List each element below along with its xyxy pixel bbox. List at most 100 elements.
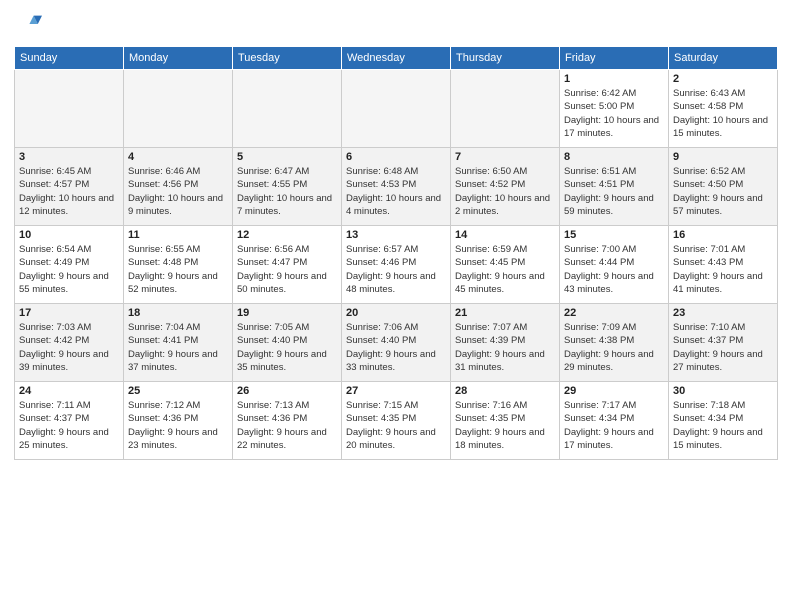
day-info: Sunrise: 6:59 AMSunset: 4:45 PMDaylight:… — [455, 243, 555, 296]
day-info: Sunrise: 7:09 AMSunset: 4:38 PMDaylight:… — [564, 321, 664, 374]
calendar-cell — [124, 70, 233, 148]
day-info: Sunrise: 7:13 AMSunset: 4:36 PMDaylight:… — [237, 399, 337, 452]
day-info: Sunrise: 7:06 AMSunset: 4:40 PMDaylight:… — [346, 321, 446, 374]
calendar-cell: 20 Sunrise: 7:06 AMSunset: 4:40 PMDayligh… — [342, 304, 451, 382]
day-info: Sunrise: 6:51 AMSunset: 4:51 PMDaylight:… — [564, 165, 664, 218]
day-header-sunday: Sunday — [15, 47, 124, 70]
day-number: 25 — [128, 385, 228, 397]
day-number: 16 — [673, 229, 773, 241]
day-number: 12 — [237, 229, 337, 241]
calendar-cell: 9Sunrise: 6:52 AMSunset: 4:50 PMDaylight… — [669, 148, 778, 226]
day-info: Sunrise: 7:07 AMSunset: 4:39 PMDaylight:… — [455, 321, 555, 374]
calendar-cell — [342, 70, 451, 148]
calendar-cell — [233, 70, 342, 148]
day-info: Sunrise: 6:50 AMSunset: 4:52 PMDaylight:… — [455, 165, 555, 218]
day-number: 2 — [673, 73, 773, 85]
day-info: Sunrise: 7:18 AMSunset: 4:34 PMDaylight:… — [673, 399, 773, 452]
calendar-cell: 7 Sunrise: 6:50 AMSunset: 4:52 PMDaylight… — [451, 148, 560, 226]
day-info: Sunrise: 7:01 AMSunset: 4:43 PMDaylight:… — [673, 243, 773, 296]
calendar-cell — [15, 70, 124, 148]
calendar-cell: 14 Sunrise: 6:59 AMSunset: 4:45 PMDayligh… — [451, 226, 560, 304]
day-number: 30 — [673, 385, 773, 397]
day-number: 27 — [346, 385, 446, 397]
day-info: Sunrise: 7:12 AMSunset: 4:36 PMDaylight:… — [128, 399, 228, 452]
day-info: Sunrise: 6:47 AMSunset: 4:55 PMDaylight:… — [237, 165, 337, 218]
day-number: 18 — [128, 307, 228, 319]
logo-icon — [14, 10, 42, 38]
calendar-cell: 27 Sunrise: 7:15 AMSunset: 4:35 PMDayligh… — [342, 382, 451, 460]
day-header-wednesday: Wednesday — [342, 47, 451, 70]
day-info: Sunrise: 6:46 AMSunset: 4:56 PMDaylight:… — [128, 165, 228, 218]
day-info: Sunrise: 7:17 AMSunset: 4:34 PMDaylight:… — [564, 399, 664, 452]
calendar-cell: 15 Sunrise: 7:00 AMSunset: 4:44 PMDayligh… — [560, 226, 669, 304]
calendar-week-4: 17Sunrise: 7:03 AMSunset: 4:42 PMDayligh… — [15, 304, 778, 382]
calendar-week-3: 10Sunrise: 6:54 AMSunset: 4:49 PMDayligh… — [15, 226, 778, 304]
day-info: Sunrise: 7:16 AMSunset: 4:35 PMDaylight:… — [455, 399, 555, 452]
day-number: 5 — [237, 151, 337, 163]
day-number: 8 — [564, 151, 664, 163]
calendar-cell — [451, 70, 560, 148]
calendar-cell: 22Sunrise: 7:09 AMSunset: 4:38 PMDayligh… — [560, 304, 669, 382]
calendar-cell: 5 Sunrise: 6:47 AMSunset: 4:55 PMDaylight… — [233, 148, 342, 226]
calendar-cell: 11Sunrise: 6:55 AMSunset: 4:48 PMDayligh… — [124, 226, 233, 304]
calendar-cell: 8 Sunrise: 6:51 AMSunset: 4:51 PMDaylight… — [560, 148, 669, 226]
calendar-cell: 19 Sunrise: 7:05 AMSunset: 4:40 PMDayligh… — [233, 304, 342, 382]
calendar-cell: 21 Sunrise: 7:07 AMSunset: 4:39 PMDayligh… — [451, 304, 560, 382]
header — [14, 10, 778, 38]
day-number: 7 — [455, 151, 555, 163]
day-header-saturday: Saturday — [669, 47, 778, 70]
day-info: Sunrise: 6:43 AMSunset: 4:58 PMDaylight:… — [673, 87, 773, 140]
calendar-week-5: 24 Sunrise: 7:11 AMSunset: 4:37 PMDayligh… — [15, 382, 778, 460]
logo — [14, 10, 46, 38]
day-info: Sunrise: 7:03 AMSunset: 4:42 PMDaylight:… — [19, 321, 119, 374]
day-header-tuesday: Tuesday — [233, 47, 342, 70]
calendar-cell: 3Sunrise: 6:45 AMSunset: 4:57 PMDaylight… — [15, 148, 124, 226]
day-info: Sunrise: 6:45 AMSunset: 4:57 PMDaylight:… — [19, 165, 119, 218]
day-info: Sunrise: 7:11 AMSunset: 4:37 PMDaylight:… — [19, 399, 119, 452]
day-info: Sunrise: 7:15 AMSunset: 4:35 PMDaylight:… — [346, 399, 446, 452]
day-number: 24 — [19, 385, 119, 397]
day-number: 1 — [564, 73, 664, 85]
page: SundayMondayTuesdayWednesdayThursdayFrid… — [0, 0, 792, 612]
calendar-cell: 6 Sunrise: 6:48 AMSunset: 4:53 PMDaylight… — [342, 148, 451, 226]
day-info: Sunrise: 7:04 AMSunset: 4:41 PMDaylight:… — [128, 321, 228, 374]
day-info: Sunrise: 6:48 AMSunset: 4:53 PMDaylight:… — [346, 165, 446, 218]
calendar-cell: 16 Sunrise: 7:01 AMSunset: 4:43 PMDayligh… — [669, 226, 778, 304]
day-number: 13 — [346, 229, 446, 241]
day-number: 14 — [455, 229, 555, 241]
day-number: 15 — [564, 229, 664, 241]
calendar-header-row: SundayMondayTuesdayWednesdayThursdayFrid… — [15, 47, 778, 70]
day-number: 4 — [128, 151, 228, 163]
calendar-cell: 28 Sunrise: 7:16 AMSunset: 4:35 PMDayligh… — [451, 382, 560, 460]
calendar-cell: 23Sunrise: 7:10 AMSunset: 4:37 PMDayligh… — [669, 304, 778, 382]
day-info: Sunrise: 6:56 AMSunset: 4:47 PMDaylight:… — [237, 243, 337, 296]
calendar-cell: 26 Sunrise: 7:13 AMSunset: 4:36 PMDayligh… — [233, 382, 342, 460]
calendar-cell: 4 Sunrise: 6:46 AMSunset: 4:56 PMDaylight… — [124, 148, 233, 226]
day-info: Sunrise: 6:54 AMSunset: 4:49 PMDaylight:… — [19, 243, 119, 296]
calendar-cell: 24 Sunrise: 7:11 AMSunset: 4:37 PMDayligh… — [15, 382, 124, 460]
day-number: 23 — [673, 307, 773, 319]
calendar-week-1: 1Sunrise: 6:42 AMSunset: 5:00 PMDaylight… — [15, 70, 778, 148]
day-info: Sunrise: 6:55 AMSunset: 4:48 PMDaylight:… — [128, 243, 228, 296]
day-number: 20 — [346, 307, 446, 319]
day-number: 6 — [346, 151, 446, 163]
day-header-friday: Friday — [560, 47, 669, 70]
calendar-cell: 30 Sunrise: 7:18 AMSunset: 4:34 PMDayligh… — [669, 382, 778, 460]
calendar-cell: 17Sunrise: 7:03 AMSunset: 4:42 PMDayligh… — [15, 304, 124, 382]
calendar-cell: 2 Sunrise: 6:43 AMSunset: 4:58 PMDaylight… — [669, 70, 778, 148]
day-info: Sunrise: 7:05 AMSunset: 4:40 PMDaylight:… — [237, 321, 337, 374]
day-number: 9 — [673, 151, 773, 163]
day-number: 26 — [237, 385, 337, 397]
day-number: 21 — [455, 307, 555, 319]
day-header-monday: Monday — [124, 47, 233, 70]
day-number: 19 — [237, 307, 337, 319]
calendar-cell: 10Sunrise: 6:54 AMSunset: 4:49 PMDayligh… — [15, 226, 124, 304]
day-number: 28 — [455, 385, 555, 397]
day-info: Sunrise: 7:00 AMSunset: 4:44 PMDaylight:… — [564, 243, 664, 296]
day-header-thursday: Thursday — [451, 47, 560, 70]
day-info: Sunrise: 6:57 AMSunset: 4:46 PMDaylight:… — [346, 243, 446, 296]
calendar-cell: 12 Sunrise: 6:56 AMSunset: 4:47 PMDayligh… — [233, 226, 342, 304]
calendar: SundayMondayTuesdayWednesdayThursdayFrid… — [14, 46, 778, 460]
calendar-cell: 1Sunrise: 6:42 AMSunset: 5:00 PMDaylight… — [560, 70, 669, 148]
calendar-cell: 25 Sunrise: 7:12 AMSunset: 4:36 PMDayligh… — [124, 382, 233, 460]
